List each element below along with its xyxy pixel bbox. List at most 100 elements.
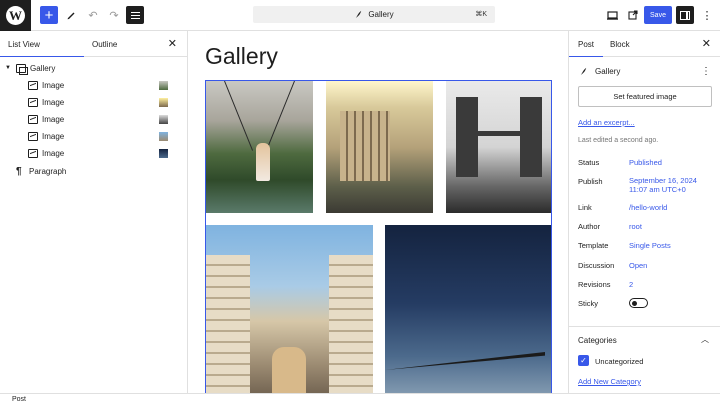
sticky-label: Sticky [578,299,599,308]
gallery-image-airplane-wing[interactable] [385,225,551,393]
image-thumbnail [159,131,168,141]
breadcrumb[interactable]: Post [12,396,26,403]
more-vertical-icon: ⋮ [701,9,713,22]
more-vertical-icon[interactable]: ⋮ [701,66,711,77]
revisions-value[interactable]: 2 [629,280,633,289]
gallery-image-street[interactable] [326,81,433,213]
tab-post[interactable]: Post [578,40,594,49]
gallery-block[interactable] [205,80,552,393]
tools-button[interactable] [62,6,80,24]
add-new-category-link[interactable]: Add New Category [578,377,641,386]
wing-shape [385,352,545,370]
command-palette-bar[interactable]: Gallery ⌘K [253,6,495,23]
add-block-button[interactable]: + [40,6,58,24]
status-label: Status [578,158,600,167]
undo-icon: ↶ [88,9,98,22]
author-label: Author [578,222,601,231]
building-shape [329,255,373,393]
tab-list-view[interactable]: List View [8,40,40,49]
active-tab-indicator [0,55,84,57]
template-value[interactable]: Single Posts [629,241,671,250]
list-item-image[interactable]: Image [0,145,188,161]
discussion-value[interactable]: Open [629,261,647,270]
gallery-image-city-arch[interactable] [206,225,373,393]
list-item-label: Image [42,148,65,158]
list-item-label: Image [42,131,65,141]
post-title[interactable]: Gallery [205,43,278,70]
list-item-image[interactable]: Image [0,111,188,127]
image-icon [28,97,38,107]
last-edited-text: Last edited a second ago. [578,137,659,144]
settings-sidebar: Post Block ✕ Gallery ⋮ Set featured imag… [568,31,720,393]
person-figure [256,143,270,181]
redo-button[interactable]: ↷ [105,6,123,24]
wordpress-logo-icon: W [6,6,25,25]
undo-button[interactable]: ↶ [84,6,102,24]
publish-time-value[interactable]: 11:07 am UTC+0 [629,185,686,194]
external-link-icon [628,10,638,20]
list-item-label: Image [42,114,65,124]
list-item-label: Image [42,97,65,107]
document-overview-button[interactable] [126,6,144,24]
close-icon[interactable]: ✕ [168,37,177,50]
tab-block[interactable]: Block [610,40,630,49]
post-icon [356,10,362,19]
post-summary-header: Gallery ⋮ [579,66,711,77]
add-excerpt-link[interactable]: Add an excerpt... [578,118,635,127]
device-preview-button[interactable] [603,6,621,24]
bridge-tower [456,97,478,177]
link-label: Link [578,203,592,212]
sidebar-panel-icon [680,10,690,20]
publish-date-value[interactable]: September 16, 2024 [629,176,697,185]
divider [569,326,720,327]
tab-outline[interactable]: Outline [92,40,117,49]
image-icon [28,131,38,141]
paragraph-icon: ¶ [16,165,22,177]
image-icon [28,114,38,124]
pencil-icon [67,12,75,20]
image-icon [28,148,38,158]
bridge-tower [520,97,542,177]
list-item-image[interactable]: Image [0,77,188,93]
chevron-up-icon[interactable]: ︿ [701,334,709,345]
author-value[interactable]: root [629,222,642,231]
list-view-tabs: List View Outline ✕ [0,31,187,57]
sidebar-tabs: Post Block ✕ [569,31,720,57]
category-checkbox[interactable]: ✓ [578,355,589,366]
save-button[interactable]: Save [644,6,672,24]
link-value[interactable]: /hello-world [629,203,667,212]
building-shape [206,255,250,393]
list-item-label: Paragraph [29,166,67,176]
image-thumbnail [159,148,168,158]
block-breadcrumb-bar: Post [0,393,720,406]
gallery-image-swing[interactable] [206,81,313,213]
wordpress-logo-button[interactable]: W [0,0,31,31]
gallery-image-bridge[interactable] [446,81,551,213]
categories-panel-title[interactable]: Categories [578,336,617,345]
list-item-paragraph[interactable]: ¶ Paragraph [0,163,188,179]
list-item-label: Image [42,80,65,90]
image-thumbnail [159,114,168,124]
sticky-toggle[interactable] [629,298,648,308]
list-item-image[interactable]: Image [0,94,188,110]
chevron-down-icon[interactable]: ▼ [5,65,11,71]
list-item-image[interactable]: Image [0,128,188,144]
options-menu-button[interactable]: ⋮ [698,6,716,24]
document-title: Gallery [368,10,394,19]
list-item-gallery[interactable]: ▼ Gallery [0,60,188,76]
status-value[interactable]: Published [629,158,662,167]
active-tab-indicator [569,55,603,57]
top-toolbar: W + ↶ ↷ Gallery ⌘K Save ⋮ [0,0,720,31]
gallery-icon [16,63,28,75]
swing-rope [224,81,254,151]
view-post-button[interactable] [624,6,642,24]
redo-icon: ↷ [109,9,119,22]
image-icon [28,80,38,90]
close-icon[interactable]: ✕ [702,37,711,50]
set-featured-image-button[interactable]: Set featured image [578,86,712,107]
settings-toggle-button[interactable] [676,6,694,24]
list-view-icon [130,11,140,19]
desktop-icon [606,10,618,20]
category-label: Uncategorized [595,357,644,366]
discussion-label: Discussion [578,261,615,270]
